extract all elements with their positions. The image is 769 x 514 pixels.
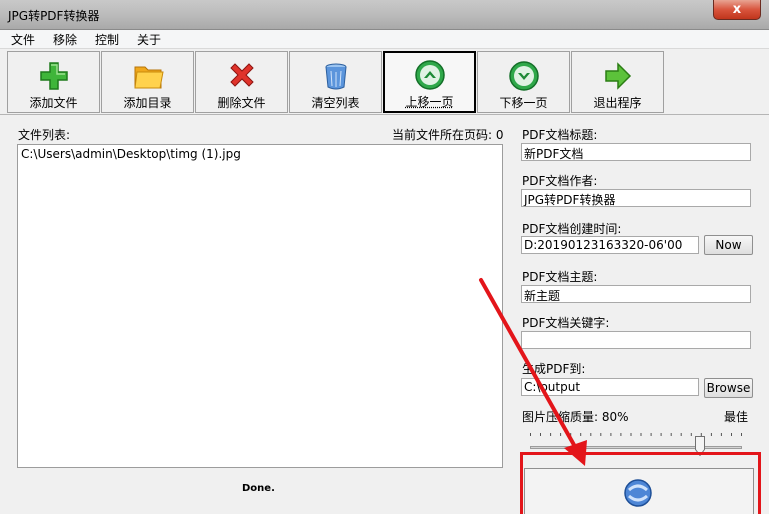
menu-control[interactable]: 控制: [92, 31, 122, 48]
exit-button[interactable]: 退出程序: [571, 51, 664, 113]
delete-x-icon: [229, 63, 254, 87]
menu-bar: 文件 移除 控制 关于: [0, 30, 769, 49]
slider-tick: [550, 433, 552, 436]
slider-tick: [670, 433, 672, 436]
slider-tick: [610, 433, 612, 436]
current-page-label: 当前文件所在页码: 0: [392, 128, 504, 142]
clear-list-label: 清空列表: [311, 96, 360, 110]
slider-tick: [690, 433, 692, 436]
slider-tick: [590, 433, 592, 436]
close-icon: x: [732, 2, 742, 17]
menu-about[interactable]: 关于: [134, 31, 164, 48]
output-label: 生成PDF到:: [522, 362, 586, 376]
pdf-keywords-input[interactable]: [521, 331, 751, 349]
toolbar: 添加文件 添加目录 删除文件 清空列表 上移一页 下移一页 退出程序: [0, 49, 769, 115]
slider-tick: [630, 433, 632, 436]
slider-tick: [600, 433, 602, 436]
slider-tick: [540, 433, 541, 436]
quality-best-label: 最佳: [724, 410, 749, 424]
file-list[interactable]: C:\Users\admin\Desktop\timg (1).jpg: [17, 144, 503, 468]
add-file-button[interactable]: 添加文件: [7, 51, 100, 113]
arrow-right-icon: [604, 62, 631, 90]
delete-file-button[interactable]: 删除文件: [195, 51, 288, 113]
slider-tick: [710, 433, 712, 436]
title-bar: JPG转PDF转换器 x: [0, 0, 769, 30]
slider-tick: [650, 433, 652, 436]
delete-file-label: 删除文件: [217, 96, 266, 110]
quality-slider-ticks: [530, 433, 742, 436]
slider-tick: [731, 433, 732, 436]
add-folder-label: 添加目录: [123, 96, 172, 110]
pdf-author-label: PDF文档作者:: [522, 174, 598, 188]
slider-tick: [580, 433, 582, 436]
pdf-keywords-label: PDF文档关键字:: [522, 316, 610, 330]
output-path-input[interactable]: C:\output: [521, 378, 699, 396]
pdf-created-label: PDF文档创建时间:: [522, 222, 622, 236]
browse-button[interactable]: Browse: [704, 378, 753, 398]
arrow-up-circle-icon: [414, 60, 445, 90]
pdf-author-input[interactable]: JPG转PDF转换器: [521, 189, 751, 207]
plus-icon: [39, 62, 68, 90]
slider-tick: [570, 433, 572, 436]
slider-tick: [620, 433, 622, 436]
move-up-button[interactable]: 上移一页: [383, 51, 476, 113]
slider-tick: [530, 433, 531, 436]
slider-tick: [741, 433, 742, 436]
add-folder-button[interactable]: 添加目录: [101, 51, 194, 113]
exit-label: 退出程序: [593, 96, 642, 110]
menu-file[interactable]: 文件: [8, 31, 38, 48]
status-text: Done.: [242, 483, 275, 494]
file-list-label: 文件列表:: [18, 128, 71, 142]
move-up-label: 上移一页: [405, 95, 454, 109]
list-item[interactable]: C:\Users\admin\Desktop\timg (1).jpg: [18, 145, 502, 163]
quality-label: 图片压缩质量: 80%: [522, 410, 629, 424]
now-button[interactable]: Now: [704, 235, 753, 255]
slider-tick: [640, 433, 642, 436]
slider-tick: [660, 433, 662, 436]
pdf-title-label: PDF文档标题:: [522, 128, 598, 142]
folder-icon: [133, 66, 164, 89]
window-title: JPG转PDF转换器: [8, 9, 100, 23]
trash-can-icon: [325, 63, 346, 90]
add-file-label: 添加文件: [29, 96, 78, 110]
highlight-box: [520, 452, 761, 514]
arrow-down-circle-icon: [508, 61, 539, 91]
clear-list-button[interactable]: 清空列表: [289, 51, 382, 113]
slider-tick: [680, 433, 682, 436]
close-button[interactable]: x: [713, 0, 761, 20]
pdf-title-input[interactable]: 新PDF文档: [521, 143, 751, 161]
move-down-label: 下移一页: [499, 96, 548, 110]
quality-slider-track[interactable]: [530, 446, 742, 449]
pdf-created-input[interactable]: D:20190123163320-06'00: [521, 236, 699, 254]
slider-tick: [720, 433, 722, 436]
pdf-subject-input[interactable]: 新主题: [521, 285, 751, 303]
menu-remove[interactable]: 移除: [50, 31, 80, 48]
pdf-subject-label: PDF文档主题:: [522, 270, 598, 284]
move-down-button[interactable]: 下移一页: [477, 51, 570, 113]
slider-tick: [560, 433, 562, 436]
